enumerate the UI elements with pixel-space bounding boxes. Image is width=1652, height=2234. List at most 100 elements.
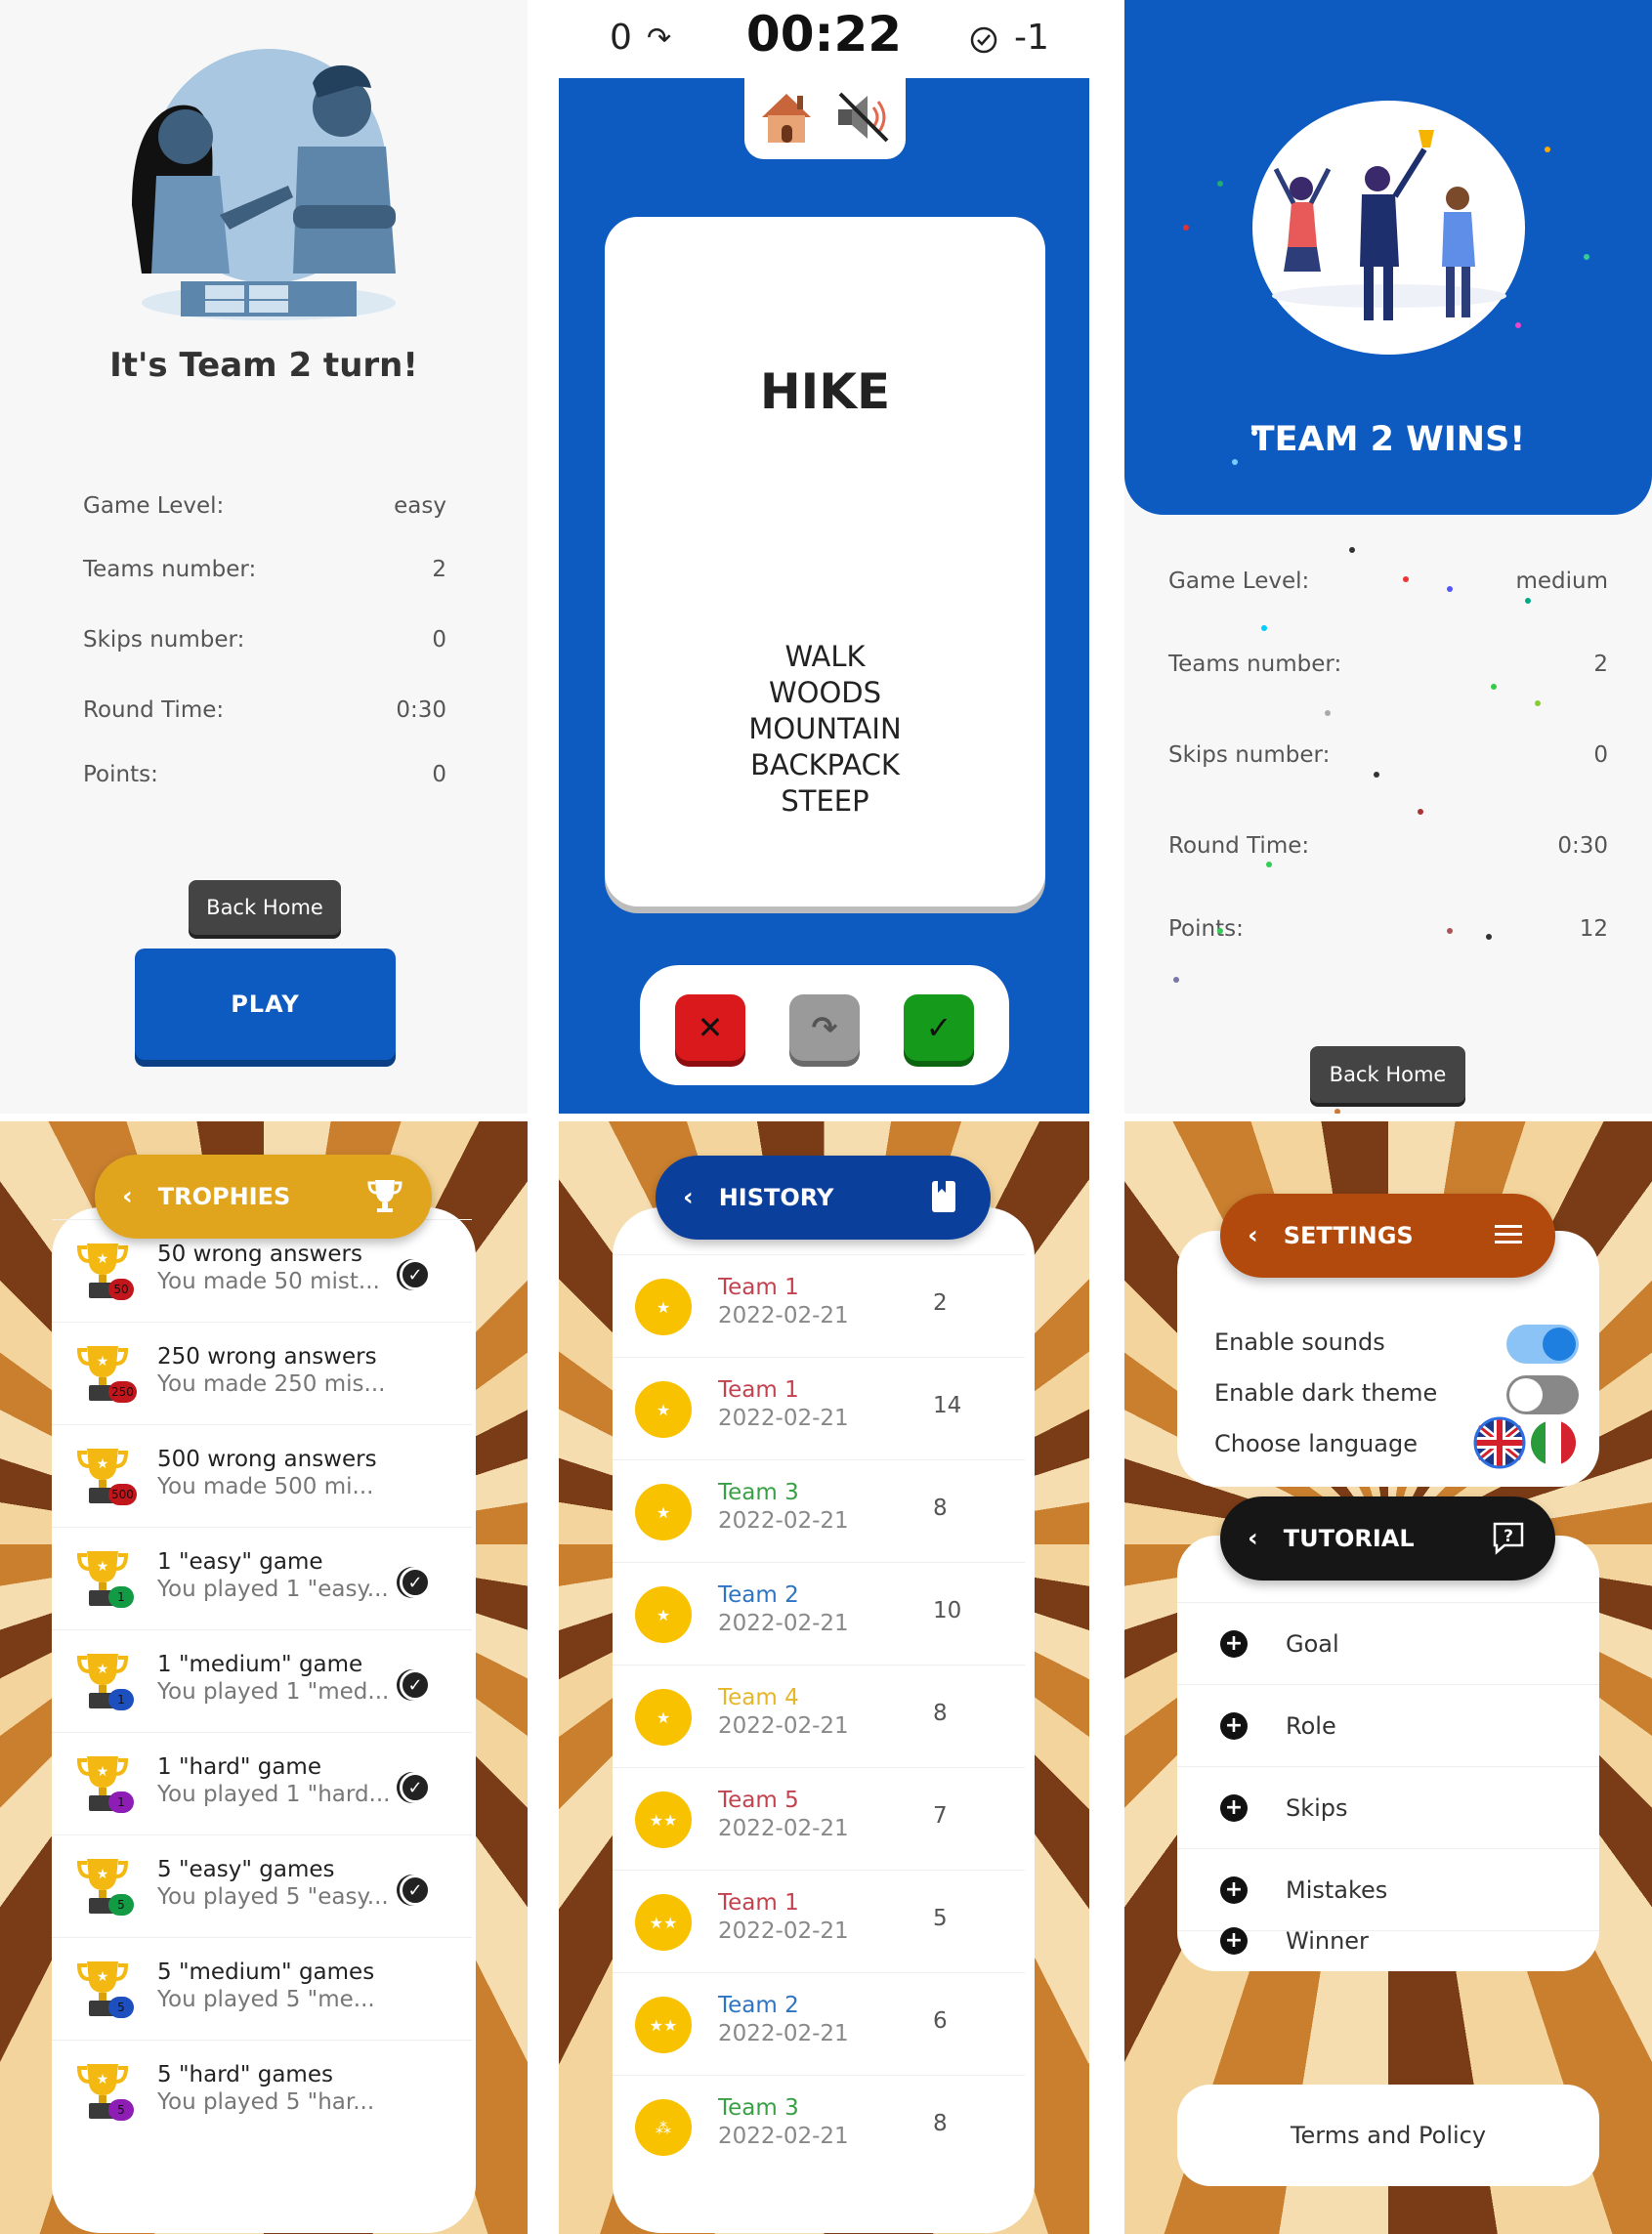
- stat-label: Round Time:: [1168, 833, 1310, 859]
- italian-flag-icon[interactable]: [1529, 1418, 1578, 1467]
- trophy-title: 1 "hard" game: [157, 1754, 321, 1780]
- history-score: 8: [933, 1701, 948, 1726]
- help-chat-icon: ?: [1493, 1522, 1524, 1555]
- dark-theme-toggle[interactable]: [1506, 1375, 1579, 1414]
- stat-value: 2: [432, 557, 446, 582]
- skip-button[interactable]: ↷: [789, 994, 860, 1061]
- history-row[interactable]: ★ Team 4 2022-02-21 8: [613, 1665, 1025, 1767]
- history-row[interactable]: ★★ Team 1 2022-02-21 5: [613, 1870, 1025, 1972]
- stat-label: Skips number:: [83, 627, 245, 653]
- trophy-badge: 250: [108, 1381, 137, 1403]
- back-chevron-icon[interactable]: ‹: [1248, 1221, 1258, 1250]
- stat-value: easy: [394, 493, 446, 519]
- trophy-row[interactable]: ★ 500 500 wrong answers You made 500 mi...: [52, 1424, 472, 1527]
- trophies-screen: ★ 50 50 wrong answers You made 50 mist... ✓ ★…: [0, 1121, 528, 2234]
- trophy-description: You played 1 "hard...: [157, 1782, 391, 1807]
- trophy-title: 250 wrong answers: [157, 1344, 377, 1370]
- completed-check-icon: ✓: [400, 1259, 431, 1290]
- trophy-row[interactable]: ★ 1 1 "easy" game You played 1 "easy... ✓: [52, 1527, 472, 1629]
- enable-sounds-label: Enable sounds: [1214, 1328, 1385, 1356]
- history-score: 14: [933, 1393, 962, 1418]
- back-home-button[interactable]: Back Home: [1310, 1046, 1465, 1103]
- star-coin-icon: ★: [635, 1381, 692, 1438]
- history-row[interactable]: ⁂ Team 3 2022-02-21 8: [613, 2075, 1025, 2177]
- stat-row-game-level: Game Level: medium: [1168, 569, 1608, 594]
- stat-value: 0: [1593, 742, 1608, 768]
- tutorial-item-winner[interactable]: + Winner: [1177, 1927, 1599, 1971]
- stat-row-teams-number: Teams number: 2: [1168, 652, 1608, 677]
- trophies-header[interactable]: ‹ TROPHIES: [95, 1155, 432, 1239]
- play-button[interactable]: PLAY: [135, 948, 396, 1060]
- settings-screen: Enable sounds Enable dark theme Choose l…: [1124, 1121, 1652, 2234]
- trophy-row[interactable]: ★ 5 5 "medium" games You played 5 "me...: [52, 1937, 472, 2040]
- book-icon: [932, 1181, 955, 1212]
- winners-illustration-icon: [1252, 101, 1525, 355]
- history-date: 2022-02-21: [718, 1918, 849, 1944]
- history-screen: ★ Team 1 2022-02-21 2 ★ Team 1 2022-02-21 14 ★ Te…: [559, 1121, 1089, 2234]
- wrong-button[interactable]: ✕: [675, 994, 745, 1061]
- history-row[interactable]: ★ Team 2 2022-02-21 10: [613, 1562, 1025, 1665]
- trophy-row[interactable]: ★ 5 5 "hard" games You played 5 "har...: [52, 2040, 472, 2142]
- history-date: 2022-02-21: [718, 1406, 849, 1431]
- trophy-title: 1 "medium" game: [157, 1652, 363, 1677]
- tutorial-item-goal[interactable]: + Goal: [1177, 1602, 1599, 1684]
- win-banner: TEAM 2 WINS!: [1124, 0, 1652, 515]
- history-header[interactable]: ‹ HISTORY: [656, 1156, 991, 1240]
- svg-text:★: ★: [97, 1764, 109, 1780]
- trophy-row[interactable]: ★ 1 1 "medium" game You played 1 "med... ✓: [52, 1629, 472, 1732]
- trophies-list[interactable]: ★ 50 50 wrong answers You made 50 mist... ✓ ★…: [52, 1207, 476, 2233]
- star-coin-icon: ★★: [635, 1997, 692, 2053]
- svg-text:★: ★: [97, 1559, 109, 1575]
- menu-icon[interactable]: [1489, 1215, 1528, 1254]
- sound-muted-icon[interactable]: [834, 88, 893, 147]
- trophy-title: 5 "medium" games: [157, 1960, 375, 1985]
- svg-text:?: ?: [1504, 1527, 1513, 1546]
- history-row[interactable]: ★★ Team 2 2022-02-21 6: [613, 1972, 1025, 2075]
- trophy-row[interactable]: ★ 5 5 "easy" games You played 5 "easy... ✓: [52, 1834, 472, 1937]
- answer-controls: ✕ ↷ ✓: [640, 965, 1009, 1085]
- star-coin-icon: ★: [635, 1484, 692, 1540]
- star-coin-icon: ★: [635, 1279, 692, 1335]
- trophy-description: You made 50 mist...: [157, 1269, 380, 1294]
- stat-label: Skips number:: [1168, 742, 1331, 768]
- taboo-word: WALK: [784, 640, 866, 673]
- stat-row-round-time: Round Time: 0:30: [83, 697, 446, 723]
- settings-header[interactable]: ‹ SETTINGS: [1220, 1194, 1555, 1278]
- game-icon-box: [744, 76, 906, 159]
- word-card: HIKE WALK WOODS MOUNTAIN BACKPACK STEEP: [605, 217, 1045, 906]
- back-chevron-icon[interactable]: ‹: [122, 1182, 133, 1211]
- history-row[interactable]: ★★ Team 5 2022-02-21 7: [613, 1767, 1025, 1870]
- svg-text:★: ★: [97, 1867, 109, 1882]
- history-date: 2022-02-21: [718, 2021, 849, 2046]
- history-row[interactable]: ★ Team 1 2022-02-21 2: [613, 1254, 1025, 1357]
- history-row[interactable]: ★ Team 1 2022-02-21 14: [613, 1357, 1025, 1459]
- tutorial-item-mistakes[interactable]: + Mistakes: [1177, 1848, 1599, 1930]
- trophy-badge: 1: [108, 1586, 134, 1608]
- trophy-row[interactable]: ★ 1 1 "hard" game You played 1 "hard... ✓: [52, 1732, 472, 1834]
- home-icon[interactable]: [758, 88, 815, 147]
- correct-button[interactable]: ✓: [904, 994, 974, 1061]
- sounds-toggle[interactable]: [1506, 1325, 1579, 1364]
- history-team: Team 5: [718, 1788, 799, 1813]
- back-home-button[interactable]: Back Home: [189, 880, 341, 935]
- trophy-description: You played 1 "med...: [157, 1679, 390, 1705]
- history-date: 2022-02-21: [718, 1611, 849, 1636]
- team-illustration-icon: [132, 49, 396, 320]
- tutorial-item-role[interactable]: + Role: [1177, 1684, 1599, 1766]
- plus-icon: +: [1220, 1927, 1248, 1955]
- tutorial-item-skips[interactable]: + Skips: [1177, 1766, 1599, 1848]
- choose-language-label: Choose language: [1214, 1430, 1418, 1457]
- history-row[interactable]: ★ Team 3 2022-02-21 8: [613, 1459, 1025, 1562]
- tutorial-header[interactable]: ‹ TUTORIAL ?: [1220, 1496, 1555, 1581]
- history-date: 2022-02-21: [718, 1303, 849, 1328]
- back-chevron-icon[interactable]: ‹: [1248, 1524, 1258, 1553]
- tutorial-item-label: Skips: [1286, 1794, 1348, 1822]
- terms-and-policy-button[interactable]: Terms and Policy: [1177, 2085, 1599, 2186]
- settings-title: SETTINGS: [1283, 1222, 1414, 1249]
- stat-value: 2: [1593, 652, 1608, 677]
- trophy-row[interactable]: ★ 250 250 wrong answers You made 250 mis...: [52, 1322, 472, 1424]
- back-chevron-icon[interactable]: ‹: [683, 1183, 694, 1212]
- english-flag-icon[interactable]: [1473, 1416, 1526, 1469]
- svg-text:★: ★: [97, 1662, 109, 1677]
- history-list[interactable]: ★ Team 1 2022-02-21 2 ★ Team 1 2022-02-21 14 ★ Te…: [613, 1207, 1035, 2233]
